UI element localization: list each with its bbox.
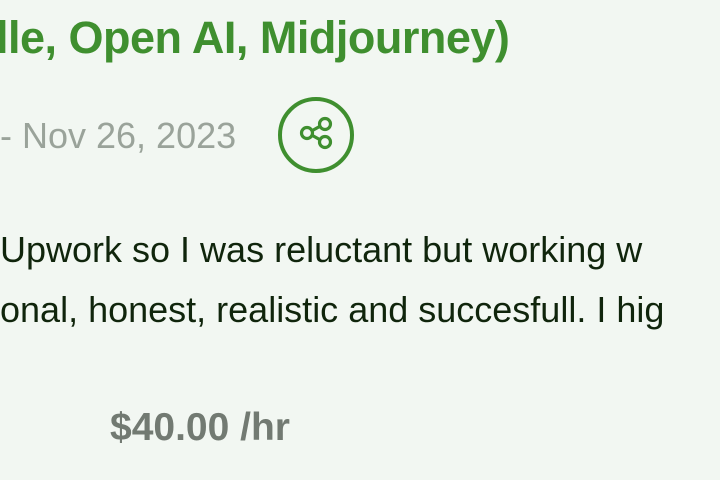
review-date: - Nov 26, 2023 bbox=[0, 115, 237, 156]
job-title: lle, Open AI, Midjourney) bbox=[0, 12, 510, 63]
review-meta: - Nov 26, 2023 bbox=[0, 95, 720, 177]
review-text-line: onal, honest, realistic and succesfull. … bbox=[0, 289, 665, 330]
share-icon bbox=[297, 114, 335, 157]
share-button[interactable] bbox=[278, 97, 354, 173]
review-card: lle, Open AI, Midjourney) - Nov 26, 2023… bbox=[0, 0, 720, 480]
review-text-line: Upwork so I was reluctant but working w bbox=[0, 229, 643, 270]
review-text: Upwork so I was reluctant but working w … bbox=[0, 220, 720, 340]
hourly-rate: $40.00 /hr bbox=[110, 406, 290, 449]
